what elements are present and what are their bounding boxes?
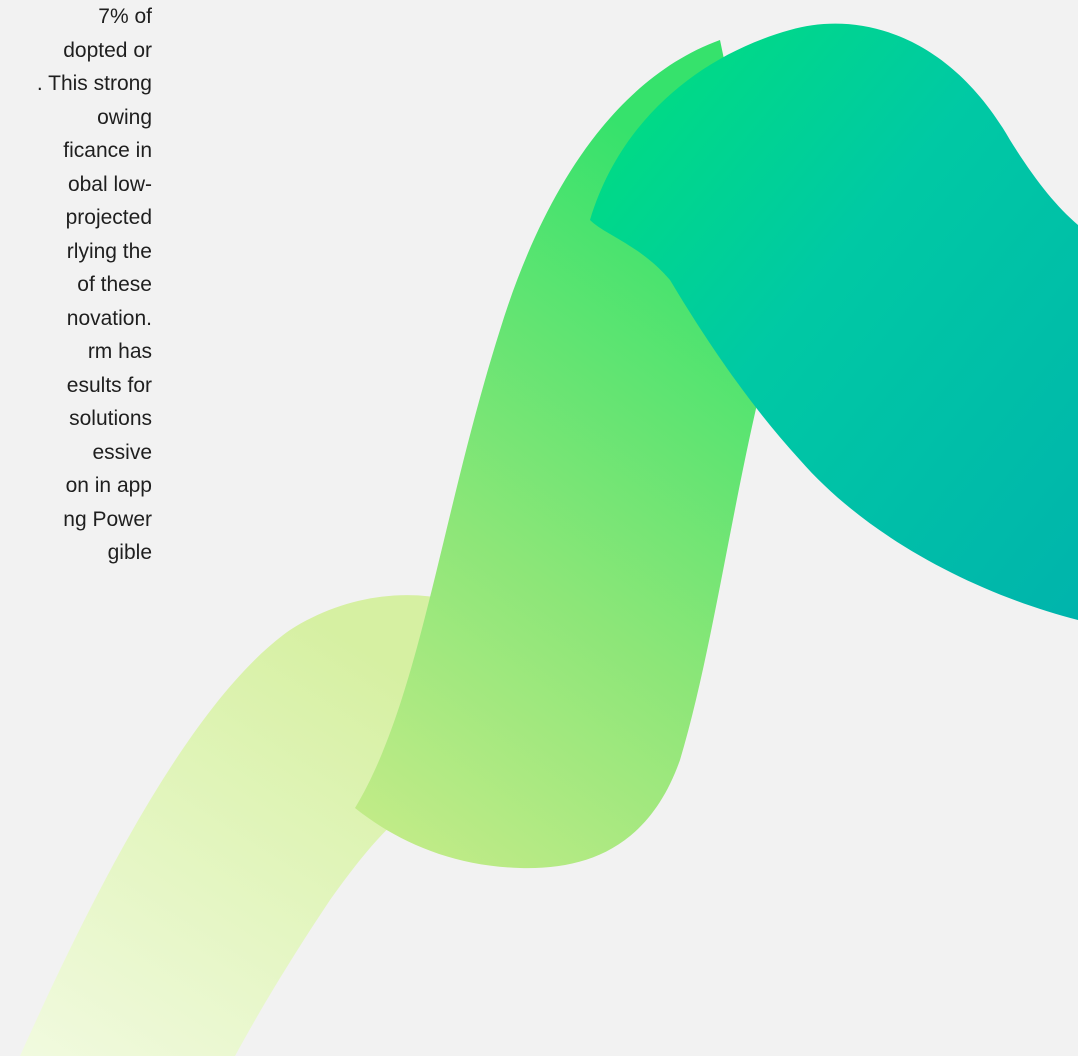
text-line: solutions xyxy=(69,407,152,430)
text-line: essive xyxy=(92,440,152,464)
text-line: rlying the xyxy=(66,239,152,263)
text-line: obal low- xyxy=(67,172,152,196)
text-line: dopted or xyxy=(63,38,152,62)
paragraph-fragment: 7% of dopted or . This strong owing fica… xyxy=(0,0,170,570)
text-line: rm has xyxy=(87,340,152,363)
text-line: gible xyxy=(107,541,152,564)
text-line: . This strong xyxy=(36,72,152,95)
text-line: of these xyxy=(77,273,152,296)
text-line: esults for xyxy=(66,373,152,397)
text-line: novation. xyxy=(66,306,152,330)
text-line: projected xyxy=(65,206,152,229)
text-line: ficance in xyxy=(63,139,152,162)
text-line: on in app xyxy=(65,474,152,497)
text-line: ng Power xyxy=(63,507,152,531)
text-line: owing xyxy=(97,105,152,129)
text-line: 7% of xyxy=(98,5,152,28)
